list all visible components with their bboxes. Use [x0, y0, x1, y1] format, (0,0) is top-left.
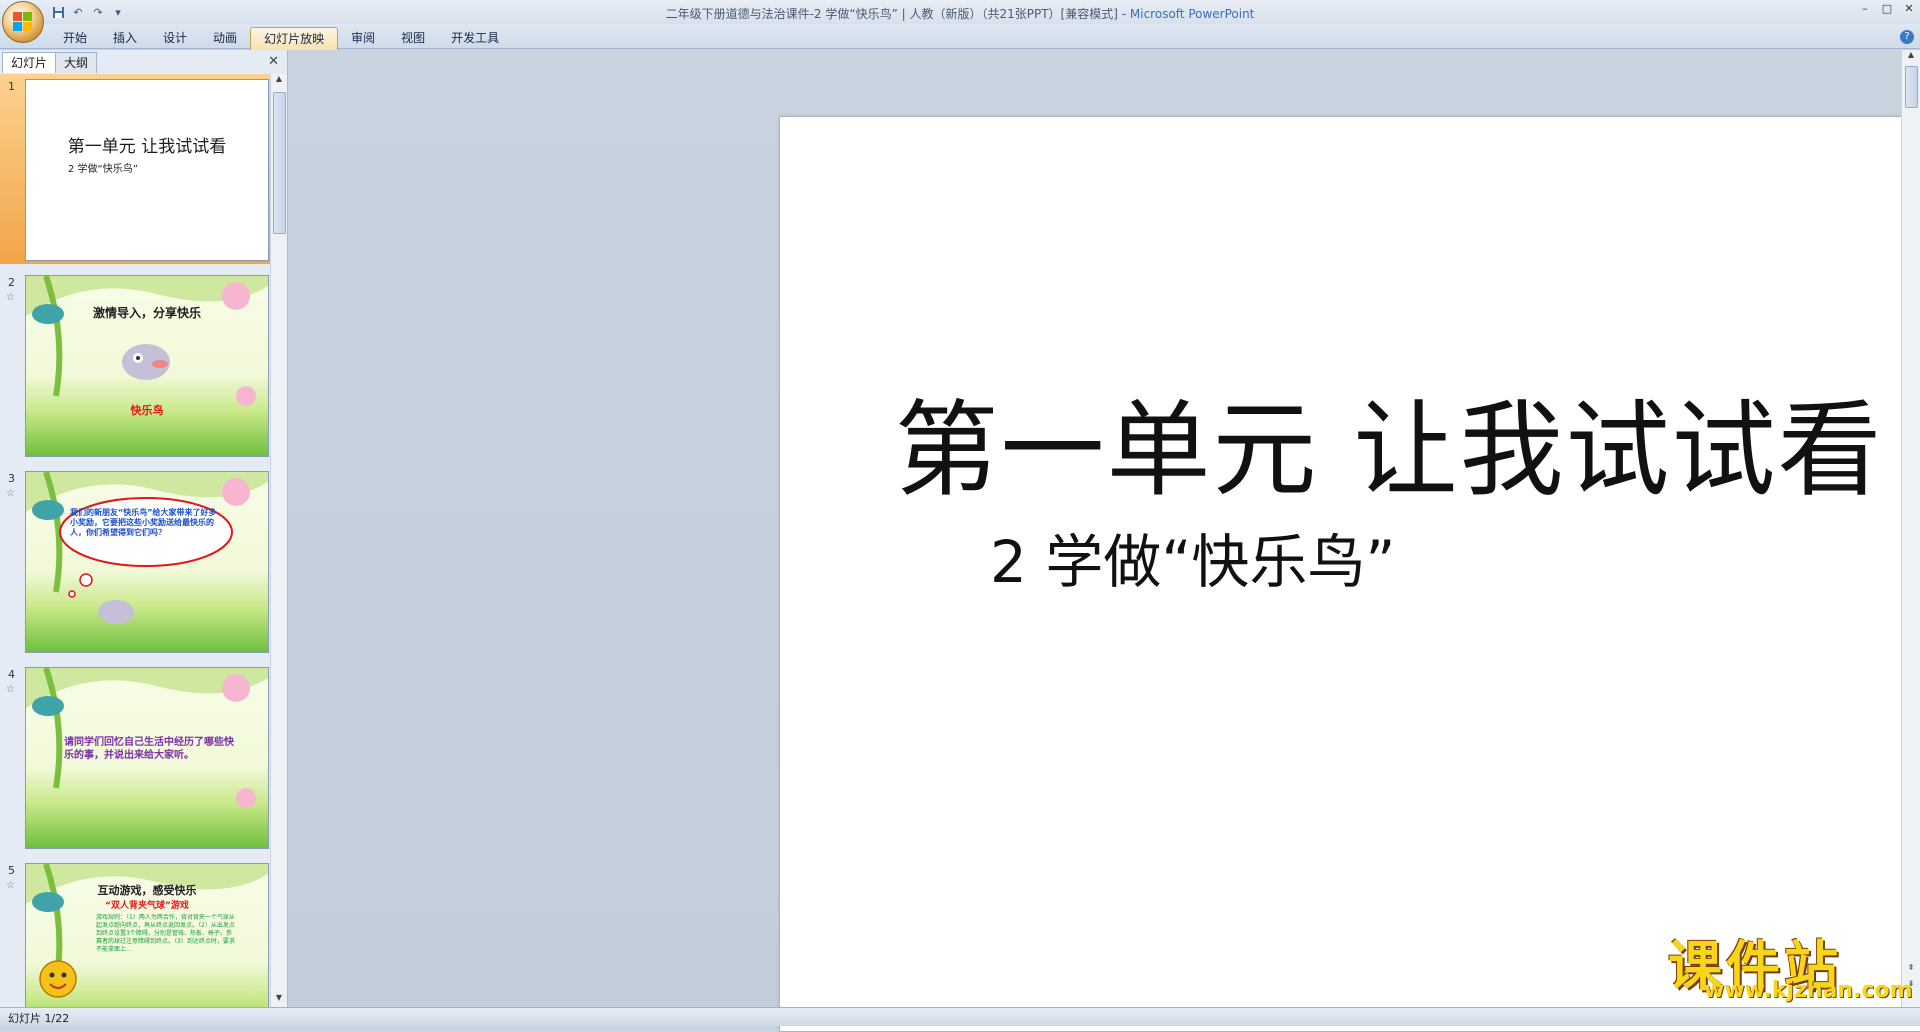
thumbnail-title: 激情导入，分享快乐 — [92, 306, 201, 320]
thumbnail-number: 5 — [8, 864, 15, 877]
thumbnail-slide-3[interactable]: 我们的新朋友“快乐鸟”给大家带来了好多小奖励，它要把这些小奖励送给最快乐的人，你… — [25, 471, 269, 653]
scroll-down-icon[interactable]: ▼ — [271, 993, 287, 1007]
slide-editor-area: 第一单元 让我试试看 2 学做“快乐鸟” — [288, 50, 1920, 1032]
editor-scrollbar[interactable]: ▲ ⇞ ⇟ — [1901, 50, 1920, 1007]
scroll-thumb[interactable] — [273, 92, 286, 234]
thumbnail-title: 互动游戏，感受快乐 — [97, 884, 197, 897]
watermark-logo: 课件站 www.kjzhan.com — [1668, 922, 1913, 1004]
current-slide[interactable]: 第一单元 让我试试看 2 学做“快乐鸟” — [779, 116, 1920, 1032]
tab-view[interactable]: 视图 — [388, 27, 438, 49]
tab-slides[interactable]: 幻灯片 — [2, 52, 57, 73]
office-logo-icon — [13, 12, 33, 32]
slide-indicator: 幻灯片 1/22 — [8, 1012, 70, 1025]
thumbnail-number: 3 — [8, 472, 15, 485]
slide-title[interactable]: 第一单元 让我试试看 — [780, 365, 1920, 516]
thumbnail-slide-4[interactable]: 请同学们回忆自己生活中经历了哪些快乐的事，并说出来给大家听。 — [25, 667, 269, 849]
office-button[interactable] — [2, 1, 44, 43]
animation-star-icon: ☆ — [6, 880, 15, 891]
tab-review[interactable]: 审阅 — [338, 27, 388, 49]
animation-star-icon: ☆ — [6, 292, 15, 303]
tab-slide-show[interactable]: 幻灯片放映 — [250, 27, 339, 50]
thumbnail-slide-2[interactable]: 激情导入，分享快乐 快乐鸟 — [25, 275, 269, 457]
slide-subtitle[interactable]: 2 学做“快乐鸟” — [990, 515, 1395, 599]
thumbnail-item[interactable]: 5 ☆ 互动游戏，感受快乐 “双人背夹气球”游戏 游戏规则：（1）两人为两合作，… — [0, 858, 270, 1007]
tab-home[interactable]: 开始 — [50, 27, 100, 49]
thumbnail-bubble-text: 我们的新朋友“快乐鸟”给大家带来了好多小奖励，它要把这些小奖励送给最快乐的人，你… — [70, 508, 217, 537]
animation-star-icon: ☆ — [6, 488, 15, 499]
thumbnail-item[interactable]: 4 ☆ 请同学们回忆自己生活中经历了哪些快乐的事，并说出来给大家听。 — [0, 662, 270, 852]
tab-insert[interactable]: 插入 — [100, 27, 150, 49]
thumbnail-subtitle: 2 学做“快乐鸟” — [68, 164, 138, 175]
window-controls: – □ ✕ — [1858, 2, 1916, 16]
animation-star-icon: ☆ — [6, 684, 15, 695]
status-bar: 幻灯片 1/22 — [0, 1007, 1920, 1026]
thumbnail-body-text: 游戏规则：（1）两人为两合作，背对背夹一个气球从起发点跑向终点，再从终点返回发点… — [96, 914, 235, 953]
minimize-icon[interactable]: – — [1858, 2, 1872, 16]
happy-bird-image — [122, 344, 170, 380]
scroll-up-icon[interactable]: ▲ — [1902, 50, 1920, 64]
thumbnail-item[interactable]: 3 ☆ 我们的新朋友“快乐鸟”给大家带来了好多小奖励，它要把这些小奖励送给最快乐… — [0, 466, 270, 656]
help-icon[interactable]: ? — [1900, 30, 1914, 44]
slides-pane: 幻灯片 大纲 ✕ 1 第一单元 让我试试看 2 学做“快乐鸟” 2 ☆ 激情导入… — [0, 50, 288, 1007]
close-icon[interactable]: ✕ — [1902, 2, 1916, 16]
nature-background-art — [26, 472, 268, 624]
window-title-text: 二年级下册道德与法治课件-2 学做“快乐鸟” | 人教（新版）（共21张PPT）… — [665, 7, 1130, 21]
thumbnail-number: 2 — [8, 276, 15, 289]
thumbnail-caption: 快乐鸟 — [130, 404, 164, 417]
thumbnail-number: 1 — [8, 80, 15, 93]
thumbnail-scrollbar[interactable]: ▲ ▼ — [270, 74, 287, 1007]
thumbnail-list: 1 第一单元 让我试试看 2 学做“快乐鸟” 2 ☆ 激情导入，分享快乐 快乐鸟… — [0, 74, 270, 1007]
ribbon-tab-bar: 开始 插入 设计 动画 幻灯片放映 审阅 视图 开发工具 — [0, 24, 1920, 50]
scroll-up-icon[interactable]: ▲ — [271, 74, 287, 88]
window-title: 二年级下册道德与法治课件-2 学做“快乐鸟” | 人教（新版）（共21张PPT）… — [0, 5, 1920, 22]
thumbnail-item[interactable]: 1 第一单元 让我试试看 2 学做“快乐鸟” — [0, 74, 270, 264]
tab-animations[interactable]: 动画 — [200, 27, 250, 49]
thumbnail-number: 4 — [8, 668, 15, 681]
close-pane-icon[interactable]: ✕ — [268, 54, 279, 69]
thumbnail-item[interactable]: 2 ☆ 激情导入，分享快乐 快乐鸟 — [0, 270, 270, 460]
app-name: Microsoft PowerPoint — [1129, 7, 1255, 21]
thumbnail-title: 第一单元 让我试试看 — [67, 137, 227, 157]
thumbnail-subtitle: “双人背夹气球”游戏 — [105, 901, 189, 911]
tab-outline[interactable]: 大纲 — [55, 52, 98, 73]
scroll-thumb[interactable] — [1905, 66, 1918, 108]
watermark-url: www.kjzhan.com — [1704, 978, 1913, 1003]
tab-design[interactable]: 设计 — [150, 27, 200, 49]
thumbnail-slide-1[interactable]: 第一单元 让我试试看 2 学做“快乐鸟” — [25, 79, 269, 261]
thumbnail-slide-5[interactable]: 互动游戏，感受快乐 “双人背夹气球”游戏 游戏规则：（1）两人为两合作，背对背夹… — [25, 863, 269, 1007]
title-bar: ↶ ↷ ▾ 二年级下册道德与法治课件-2 学做“快乐鸟” | 人教（新版）（共2… — [0, 0, 1920, 43]
thumbnail-body-text: 请同学们回忆自己生活中经历了哪些快乐的事，并说出来给大家听。 — [64, 737, 234, 761]
tab-developer[interactable]: 开发工具 — [438, 27, 512, 49]
maximize-icon[interactable]: □ — [1880, 2, 1894, 16]
